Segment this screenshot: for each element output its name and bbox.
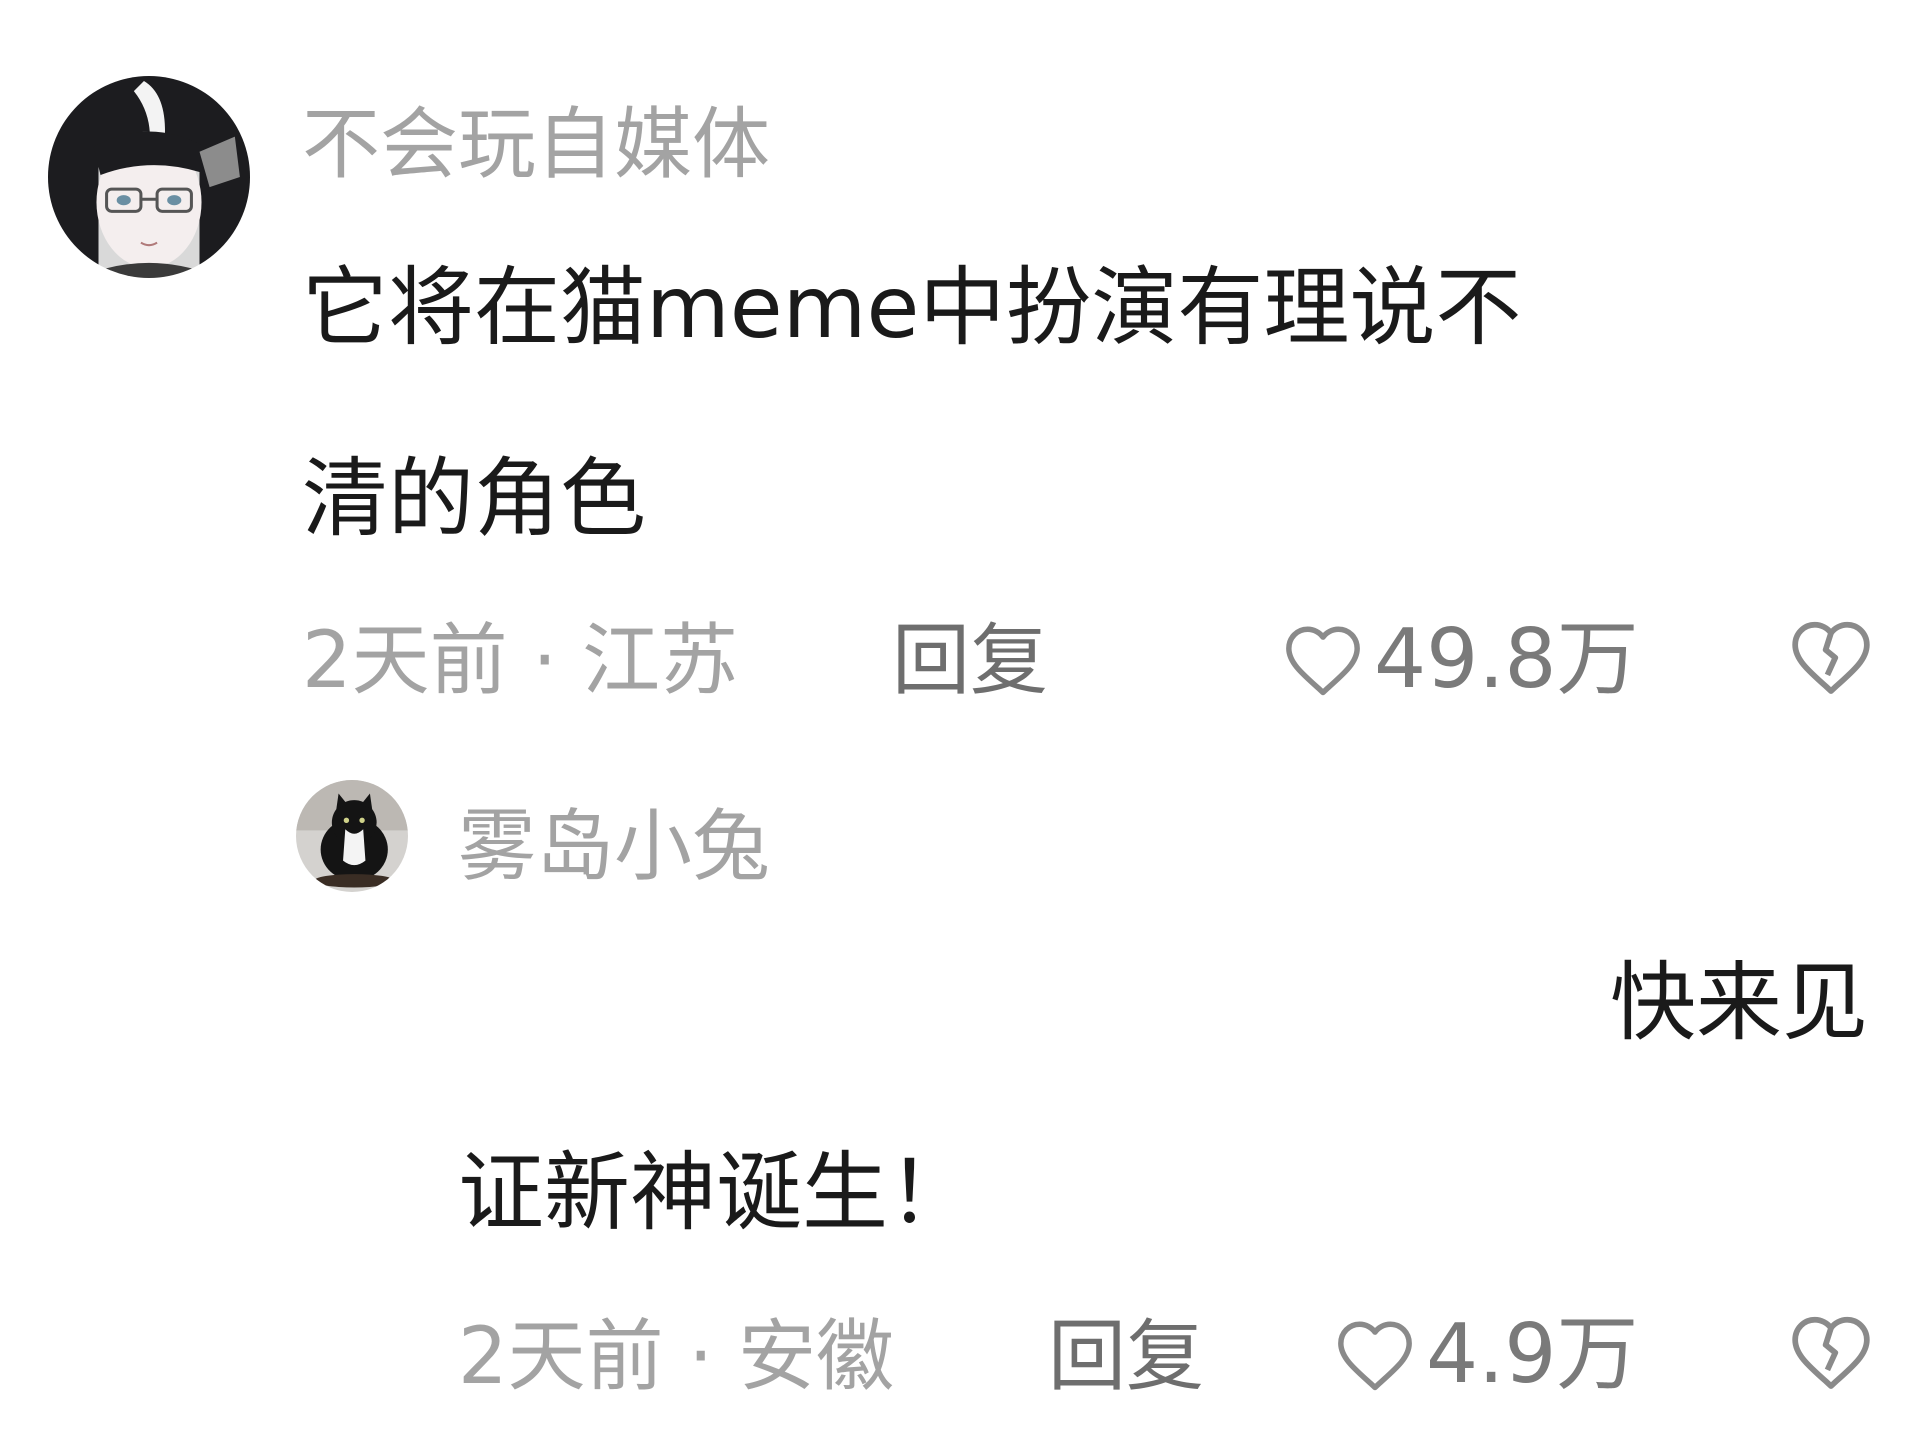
comment-text-line: 清的角色 [302, 449, 646, 549]
comment-text-line: 快来见 [1610, 953, 1868, 1053]
dislike-button[interactable] [1788, 617, 1874, 697]
anime-girl-glasses-avatar-icon [48, 76, 250, 278]
heart-outline-icon [1338, 1321, 1412, 1391]
black-white-cat-avatar-icon [296, 780, 408, 892]
like-count: 49.8万 [1374, 612, 1639, 707]
broken-heart-icon [1792, 621, 1870, 694]
dislike-button[interactable] [1788, 1312, 1874, 1392]
reply-button[interactable]: 回复 [1048, 1318, 1204, 1396]
like-count: 4.9万 [1426, 1307, 1639, 1402]
comment-time-location: 2天前 · 安徽 [458, 1312, 895, 1402]
comment-text-line: 证新神诞生！ [458, 1143, 974, 1243]
like-button[interactable]: 49.8万 [1282, 615, 1639, 705]
comment-text-line: 它将在猫meme中扮演有理说不 [302, 258, 1522, 358]
comment-time-location: 2天前 · 江苏 [302, 616, 739, 706]
avatar[interactable] [296, 780, 408, 892]
heart-outline-icon [1286, 626, 1360, 696]
broken-heart-icon [1792, 1316, 1870, 1389]
avatar[interactable] [48, 76, 250, 278]
like-button[interactable]: 4.9万 [1334, 1310, 1638, 1400]
reply-button[interactable]: 回复 [892, 622, 1048, 700]
comment-username[interactable]: 雾岛小兔 [458, 808, 770, 886]
comment-username[interactable]: 不会玩自媒体 [302, 106, 770, 184]
